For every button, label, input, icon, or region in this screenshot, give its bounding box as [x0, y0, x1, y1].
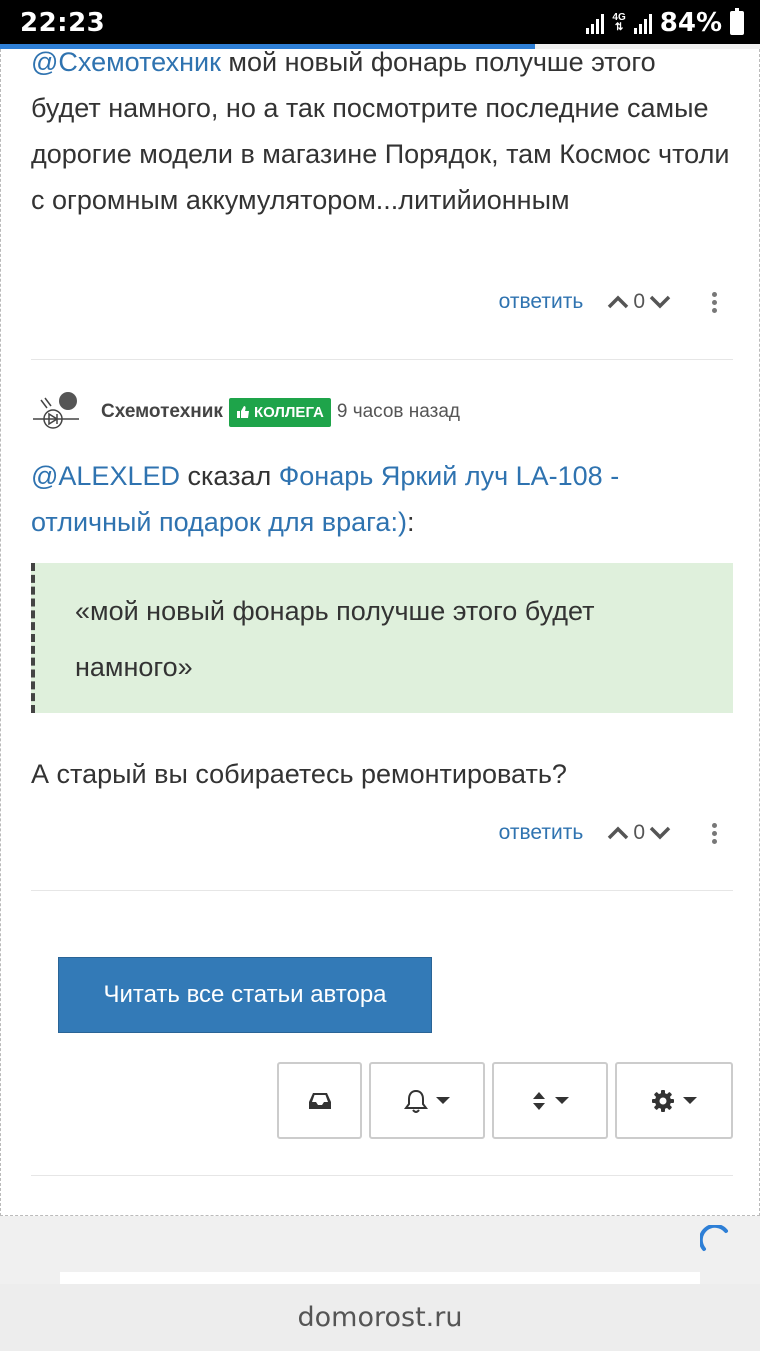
sort-button[interactable] — [492, 1062, 608, 1139]
comment-header: Схемотехник КОЛЛЕГА 9 часов назад — [31, 386, 460, 438]
more-options-icon[interactable] — [709, 291, 719, 313]
chevron-down-icon — [555, 1097, 569, 1104]
comment-intro: @ALEXLED сказал Фонарь Яркий луч LA-108 … — [31, 453, 731, 545]
vote-count: 0 — [633, 290, 645, 313]
browser-domain-bar[interactable]: domorost.ru — [0, 1284, 760, 1351]
comments-section: @Схемотехник мой новый фонарь получше эт… — [0, 49, 760, 1216]
avatar[interactable] — [31, 386, 83, 438]
upvote-icon[interactable] — [607, 295, 629, 309]
divider — [31, 359, 733, 360]
inbox-button[interactable] — [277, 1062, 362, 1139]
reply-button[interactable]: ответить — [499, 821, 584, 845]
signal-icon-2 — [633, 12, 652, 34]
notifications-button[interactable] — [369, 1062, 485, 1139]
quote-block: «мой новый фонарь получше этого будет на… — [31, 563, 733, 713]
battery-icon — [730, 8, 744, 35]
badge-label: КОЛЛЕГА — [253, 403, 324, 421]
settings-button[interactable] — [615, 1062, 733, 1139]
comment-actions: ответить 0 — [499, 290, 719, 314]
battery-percent: 84% — [659, 8, 722, 38]
reply-button[interactable]: ответить — [499, 290, 584, 314]
status-bar: 22:23 4G ⇅ 84% — [0, 0, 760, 44]
status-indicators: 4G ⇅ 84% — [586, 8, 744, 38]
comment-body: @Схемотехник мой новый фонарь получше эт… — [31, 49, 731, 223]
loading-spinner-icon — [700, 1225, 728, 1251]
status-time: 22:23 — [20, 8, 106, 38]
divider — [31, 890, 733, 891]
more-options-icon[interactable] — [709, 822, 719, 844]
signal-icon — [586, 12, 605, 34]
comment-timestamp: 9 часов назад — [336, 401, 461, 422]
thumbs-up-icon — [236, 406, 249, 418]
upvote-icon[interactable] — [607, 826, 629, 840]
vote-control: 0 — [607, 290, 671, 314]
divider — [31, 1175, 733, 1176]
mention-link[interactable]: @ALEXLED — [31, 461, 180, 491]
vote-count: 0 — [633, 821, 645, 844]
gear-icon — [652, 1089, 674, 1112]
said-text: сказал — [179, 461, 279, 491]
vote-control: 0 — [607, 821, 671, 845]
author-name[interactable]: Схемотехник — [101, 401, 223, 423]
chevron-down-icon — [436, 1097, 450, 1104]
comment-text: А старый вы собираетесь ремонтировать? — [31, 759, 567, 789]
colon-text: : — [406, 507, 415, 537]
chevron-down-icon — [683, 1097, 697, 1104]
sort-icon — [533, 1091, 545, 1110]
footer-strip — [60, 1272, 700, 1284]
comment-actions: ответить 0 — [499, 821, 719, 845]
bell-icon — [404, 1089, 428, 1113]
status-badge: КОЛЛЕГА — [228, 397, 331, 427]
mention-link[interactable]: @Схемотехник — [31, 49, 221, 77]
network-type: 4G ⇅ — [612, 12, 626, 33]
read-all-articles-button[interactable]: Читать все статьи автора — [58, 957, 432, 1033]
downvote-icon[interactable] — [649, 295, 671, 309]
downvote-icon[interactable] — [649, 826, 671, 840]
inbox-icon — [308, 1092, 331, 1109]
